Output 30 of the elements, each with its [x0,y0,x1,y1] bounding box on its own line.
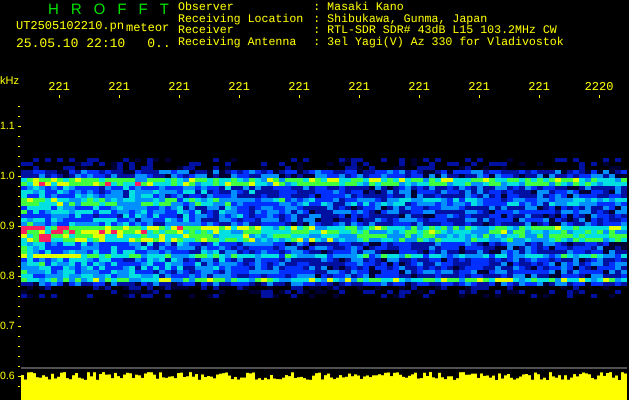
axis-label: 0.7 [0,319,16,334]
status-text: 0.. [147,35,171,52]
time-label: 221 [228,80,250,94]
axis-label: 1.1 [0,119,16,134]
time-label: 221 [528,80,550,94]
axis-label: 0.9 [0,219,16,234]
app-title: HROFFT [47,2,178,18]
time-label: 221 [348,80,370,94]
time-label: 221 [48,80,70,94]
time-label: 221 [468,80,490,94]
info-label: Receiving Location [178,14,304,25]
time-label: 2220 [584,80,614,94]
time-label: 221 [288,80,310,94]
axis-label: 0.8 [0,269,16,284]
mode-label: meteor [126,22,170,35]
time-label: 221 [408,80,430,94]
info-value: : Shibukawa, Gunma, Japan [313,14,488,25]
info-value: : Masaki Kano [313,2,405,14]
info-value: : RTL-SDR SDR# 43dB L15 103.2MHz CW [313,25,557,36]
info-label: Observer [178,2,234,14]
unit-label: kHz [0,74,20,89]
info-value: : 3el Yagi(V) Az 330 for Vladivostok [313,36,564,48]
axis-label: 0.6 [0,369,16,384]
file-name: UT2505102210.pn [16,18,124,35]
time-label: 221 [108,80,130,94]
axis-label: 1.0 [0,169,16,184]
info-label: Receiving Antenna [178,36,298,48]
info-label: Receiver [178,25,234,36]
time-label: 221 [168,80,190,94]
timestamp: 25.05.10 22:10 [16,35,126,52]
